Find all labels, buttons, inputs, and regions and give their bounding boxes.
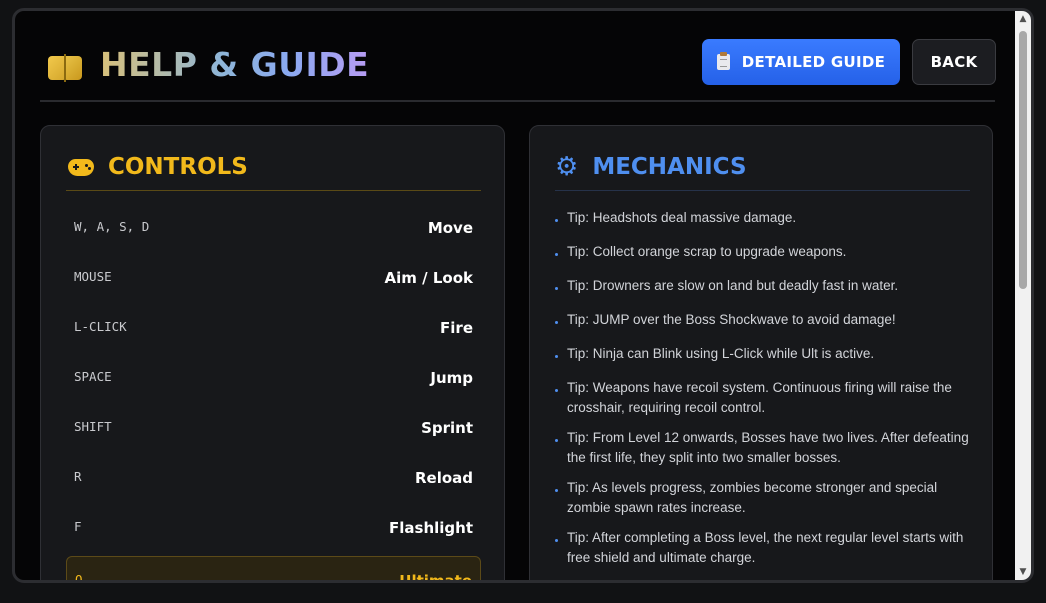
control-row: MOUSE Aim / Look [66,252,481,302]
control-action: Flashlight [389,519,473,537]
back-button[interactable]: BACK [912,39,996,85]
detailed-guide-button[interactable]: DETAILED GUIDE [702,39,900,85]
tip-text: Tip: Weapons have recoil system. Continu… [567,380,952,415]
list-item: Tip: As levels progress, zombies become … [555,478,975,518]
list-item: Tip: Weapons have recoil system. Continu… [555,378,975,418]
list-item: Tip: Ninja can Blink using L-Click while… [555,344,975,364]
control-key: Q [75,571,83,583]
tip-text: Tip: After completing a Boss level, the … [567,530,964,565]
tip-text: Tip: Headshots deal massive damage. [567,210,797,225]
control-row: W, A, S, D Move [66,202,481,252]
control-action: Jump [430,369,473,387]
control-key: SPACE [74,368,112,384]
scroll-thumb[interactable] [1019,31,1027,289]
list-item: Tip: After completing a Boss level, the … [555,528,975,568]
mechanics-header: ⚙ MECHANICS [555,126,970,191]
controls-list: W, A, S, D Move MOUSE Aim / Look L-CLICK… [66,202,481,583]
detailed-guide-label: DETAILED GUIDE [741,53,886,71]
tip-text: Tip: Collect orange scrap to upgrade wea… [567,244,847,259]
tip-text: Tip: Drowners are slow on land but deadl… [567,278,899,293]
list-item: Tip: From Level 12 onwards, Bosses have … [555,428,975,468]
control-row: R Reload [66,452,481,502]
list-item: Tip: Drowners are slow on land but deadl… [555,276,975,296]
control-action: Fire [440,319,473,337]
tip-text: Tip: From Level 12 onwards, Bosses have … [567,430,969,465]
scroll-down-icon[interactable]: ▼ [1015,564,1031,580]
help-window: HELP & GUIDE DETAILED GUIDE BACK CONTROL… [12,8,1034,583]
help-content: HELP & GUIDE DETAILED GUIDE BACK CONTROL… [40,11,996,583]
back-label: BACK [930,53,978,71]
page-title: HELP & GUIDE [100,45,370,84]
control-row: L-CLICK Fire [66,302,481,352]
list-item: Tip: Headshots deal massive damage. [555,208,975,228]
tip-text: Tip: JUMP over the Boss Shockwave to avo… [567,312,896,327]
tips-list: Tip: Headshots deal massive damage. Tip:… [555,208,975,580]
scroll-up-icon[interactable]: ▲ [1015,11,1031,27]
control-action: Aim / Look [384,269,473,287]
control-key: R [74,468,82,484]
controls-title: CONTROLS [108,154,248,180]
mechanics-panel: ⚙ MECHANICS Tip: Headshots deal massive … [529,125,993,580]
header: HELP & GUIDE DETAILED GUIDE BACK [40,37,996,102]
control-row: SPACE Jump [66,352,481,402]
control-row: SHIFT Sprint [66,402,481,452]
gamepad-icon [68,158,94,176]
control-key: L-CLICK [74,318,127,334]
mechanics-title: MECHANICS [592,154,747,180]
control-key: F [74,518,82,534]
tip-text: Tip: As levels progress, zombies become … [567,480,938,515]
list-item: Tip: JUMP over the Boss Shockwave to avo… [555,310,975,330]
clipboard-icon [716,52,730,70]
scrollbar[interactable]: ▲ ▼ [1015,11,1031,580]
control-key: SHIFT [74,418,112,434]
control-key: W, A, S, D [74,218,150,234]
controls-panel: CONTROLS W, A, S, D Move MOUSE Aim / Loo… [40,125,505,583]
list-item: Tip: Collect orange scrap to upgrade wea… [555,242,975,262]
control-action: Sprint [421,419,473,437]
title-wrap: HELP & GUIDE [48,45,369,84]
book-icon [48,53,82,82]
control-row: F Flashlight [66,502,481,552]
control-row-ultimate: Q Ultimate [66,556,481,583]
control-key: MOUSE [74,268,112,284]
control-action: Ultimate [399,572,472,583]
control-action: Reload [414,469,473,487]
gear-icon: ⚙ [555,152,579,182]
controls-header: CONTROLS [66,126,481,191]
control-action: Move [427,219,473,237]
tip-text: Tip: Ninja can Blink using L-Click while… [567,346,875,361]
